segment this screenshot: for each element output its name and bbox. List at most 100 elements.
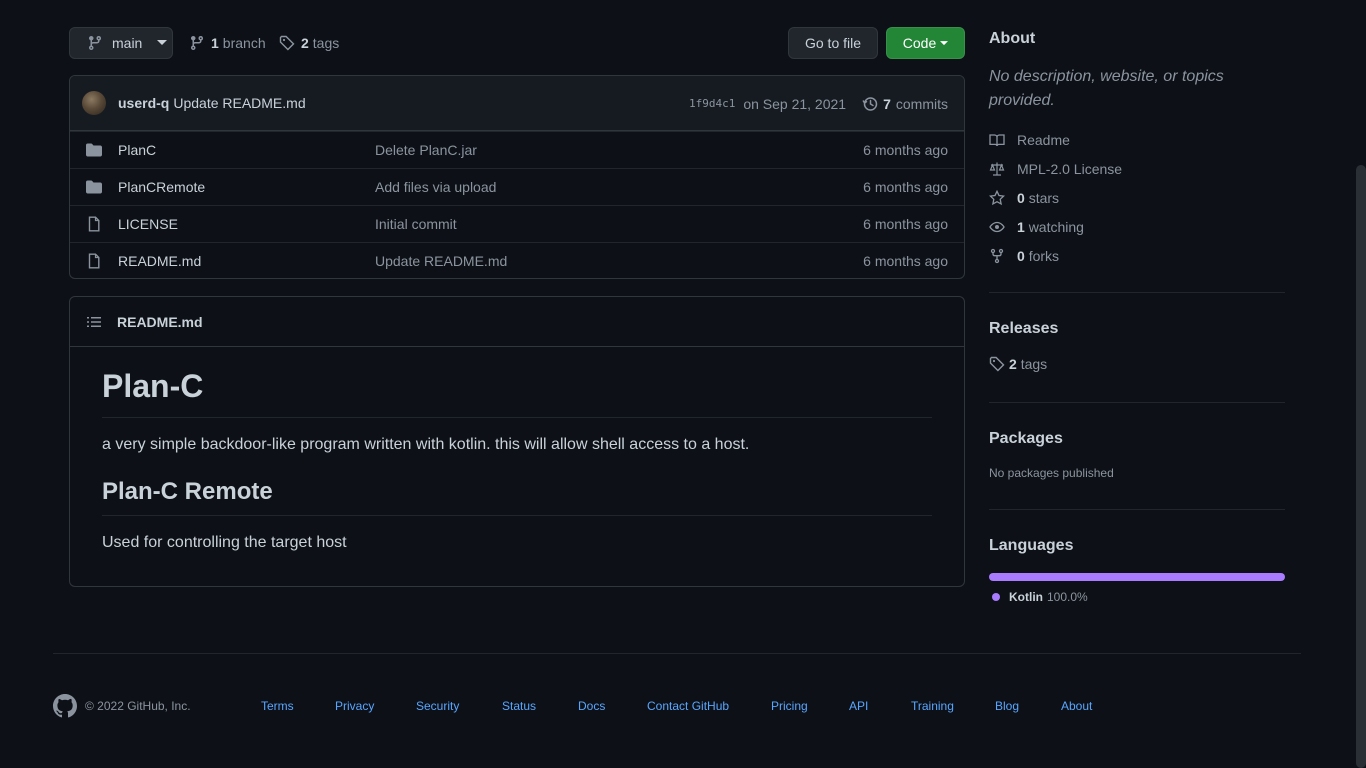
releases-section: Releases 2 tags [989, 320, 1285, 378]
commit-date: on Sep 21, 2021 [743, 95, 847, 112]
packages-section: Packages No packages published [989, 430, 1285, 480]
file-row[interactable]: PlanC Delete PlanC.jar 6 months ago [70, 131, 964, 168]
file-age: 6 months ago [863, 216, 948, 232]
git-branch-icon [189, 35, 205, 51]
file-row[interactable]: LICENSE Initial commit 6 months ago [70, 205, 964, 242]
branch-selector-button[interactable]: main [69, 27, 173, 59]
license-link[interactable]: MPL-2.0 License [989, 154, 1285, 183]
eye-icon [989, 219, 1005, 235]
commits-word: commits [895, 95, 948, 112]
file-row[interactable]: PlanCRemote Add files via upload 6 month… [70, 168, 964, 205]
languages-title: Languages [989, 537, 1074, 554]
github-logo-icon[interactable] [53, 694, 77, 718]
branches-link[interactable]: 1 branch [189, 27, 266, 59]
code-button-label: Code [902, 35, 937, 51]
tag-icon [279, 35, 295, 51]
copyright-text: © 2022 GitHub, Inc. [85, 699, 191, 713]
page-scrollbar[interactable] [1356, 165, 1366, 768]
language-color-dot [992, 593, 1000, 601]
readme-filename[interactable]: README.md [117, 314, 203, 330]
readme-panel: README.md Plan-C a very simple backdoor-… [69, 296, 965, 587]
folder-icon [86, 179, 102, 195]
file-name-link[interactable]: PlanC [118, 142, 156, 158]
tags-link[interactable]: 2 tags [279, 27, 339, 59]
repo-forked-icon [989, 248, 1005, 264]
releases-tags-link[interactable]: 2 tags [989, 349, 1285, 378]
language-bar [989, 573, 1285, 581]
footer: © 2022 GitHub, Inc. Terms Privacy Securi… [53, 694, 1301, 718]
file-icon [86, 216, 102, 232]
footer-link-pricing[interactable]: Pricing [771, 699, 808, 713]
readme-paragraph: a very simple backdoor-like program writ… [102, 436, 750, 453]
stars-count: 0 [1017, 189, 1025, 206]
avatar[interactable] [82, 91, 106, 115]
branch-name: main [112, 35, 143, 51]
file-commit-message[interactable]: Initial commit [375, 216, 457, 232]
latest-commit-bar: userd-q Update README.md 1f9d4c1 on Sep … [70, 76, 964, 131]
branch-word: branch [222, 35, 266, 51]
file-name-link[interactable]: PlanCRemote [118, 179, 205, 195]
footer-link-security[interactable]: Security [416, 699, 459, 713]
file-row[interactable]: README.md Update README.md 6 months ago [70, 242, 964, 278]
history-icon [862, 96, 878, 112]
packages-title[interactable]: Packages [989, 430, 1285, 448]
file-name-link[interactable]: README.md [118, 253, 201, 269]
footer-link-about[interactable]: About [1061, 699, 1092, 713]
watching-word: watching [1028, 218, 1084, 235]
footer-link-terms[interactable]: Terms [261, 699, 294, 713]
code-button[interactable]: Code [886, 27, 965, 59]
list-unordered-icon[interactable] [86, 314, 102, 330]
tag-icon [989, 356, 1005, 372]
releases-title[interactable]: Releases [989, 320, 1285, 338]
branch-count: 1 [211, 35, 219, 51]
language-item-kotlin[interactable]: Kotlin 100.0% [989, 590, 1285, 604]
readme-link[interactable]: Readme [989, 125, 1285, 154]
commit-message-link[interactable]: Update README.md [173, 95, 305, 111]
footer-link-api[interactable]: API [849, 699, 868, 713]
book-icon [989, 132, 1005, 148]
footer-link-training[interactable]: Training [911, 699, 954, 713]
footer-link-privacy[interactable]: Privacy [335, 699, 374, 713]
file-name-link[interactable]: LICENSE [118, 216, 178, 232]
law-icon [989, 161, 1005, 177]
file-age: 6 months ago [863, 253, 948, 269]
footer-link-blog[interactable]: Blog [995, 699, 1019, 713]
stars-word: stars [1028, 189, 1060, 206]
go-to-file-button[interactable]: Go to file [788, 27, 878, 59]
forks-link[interactable]: 0 forks [989, 241, 1285, 270]
file-commit-message[interactable]: Add files via upload [375, 179, 496, 195]
commit-count: 7 [883, 95, 891, 112]
releases-tag-count: 2 [1009, 355, 1017, 372]
file-commit-message[interactable]: Delete PlanC.jar [375, 142, 477, 158]
footer-link-contact[interactable]: Contact GitHub [647, 699, 729, 713]
watching-link[interactable]: 1 watching [989, 212, 1285, 241]
tag-word: tags [312, 35, 340, 51]
commit-author-link[interactable]: userd-q [118, 95, 169, 111]
star-icon [989, 189, 1005, 206]
file-age: 6 months ago [863, 142, 948, 158]
file-icon [86, 253, 102, 269]
about-title: About [989, 30, 1036, 47]
releases-tag-word: tags [1020, 355, 1048, 372]
packages-empty-text: No packages published [989, 466, 1114, 480]
footer-divider [53, 653, 1301, 654]
folder-icon [86, 142, 102, 158]
commits-history-link[interactable]: 7 commits [862, 96, 948, 112]
tag-count: 2 [301, 35, 309, 51]
language-name: Kotlin [1009, 590, 1043, 604]
caret-down-icon [940, 40, 949, 46]
forks-word: forks [1028, 247, 1060, 264]
license-link-label: MPL-2.0 License [1017, 160, 1123, 177]
divider [989, 292, 1285, 293]
readme-link-label: Readme [1017, 131, 1070, 148]
about-description: No description, website, or topics provi… [989, 68, 1224, 109]
footer-link-status[interactable]: Status [502, 699, 536, 713]
stars-link[interactable]: 0 stars [989, 183, 1285, 212]
divider [989, 509, 1285, 510]
footer-link-docs[interactable]: Docs [578, 699, 605, 713]
readme-content: Plan-C a very simple backdoor-like progr… [102, 347, 932, 552]
commit-sha-link[interactable]: 1f9d4c1 [689, 97, 735, 110]
file-list: userd-q Update README.md 1f9d4c1 on Sep … [69, 75, 965, 279]
file-commit-message[interactable]: Update README.md [375, 253, 507, 269]
readme-paragraph: Used for controlling the target host [102, 534, 347, 551]
